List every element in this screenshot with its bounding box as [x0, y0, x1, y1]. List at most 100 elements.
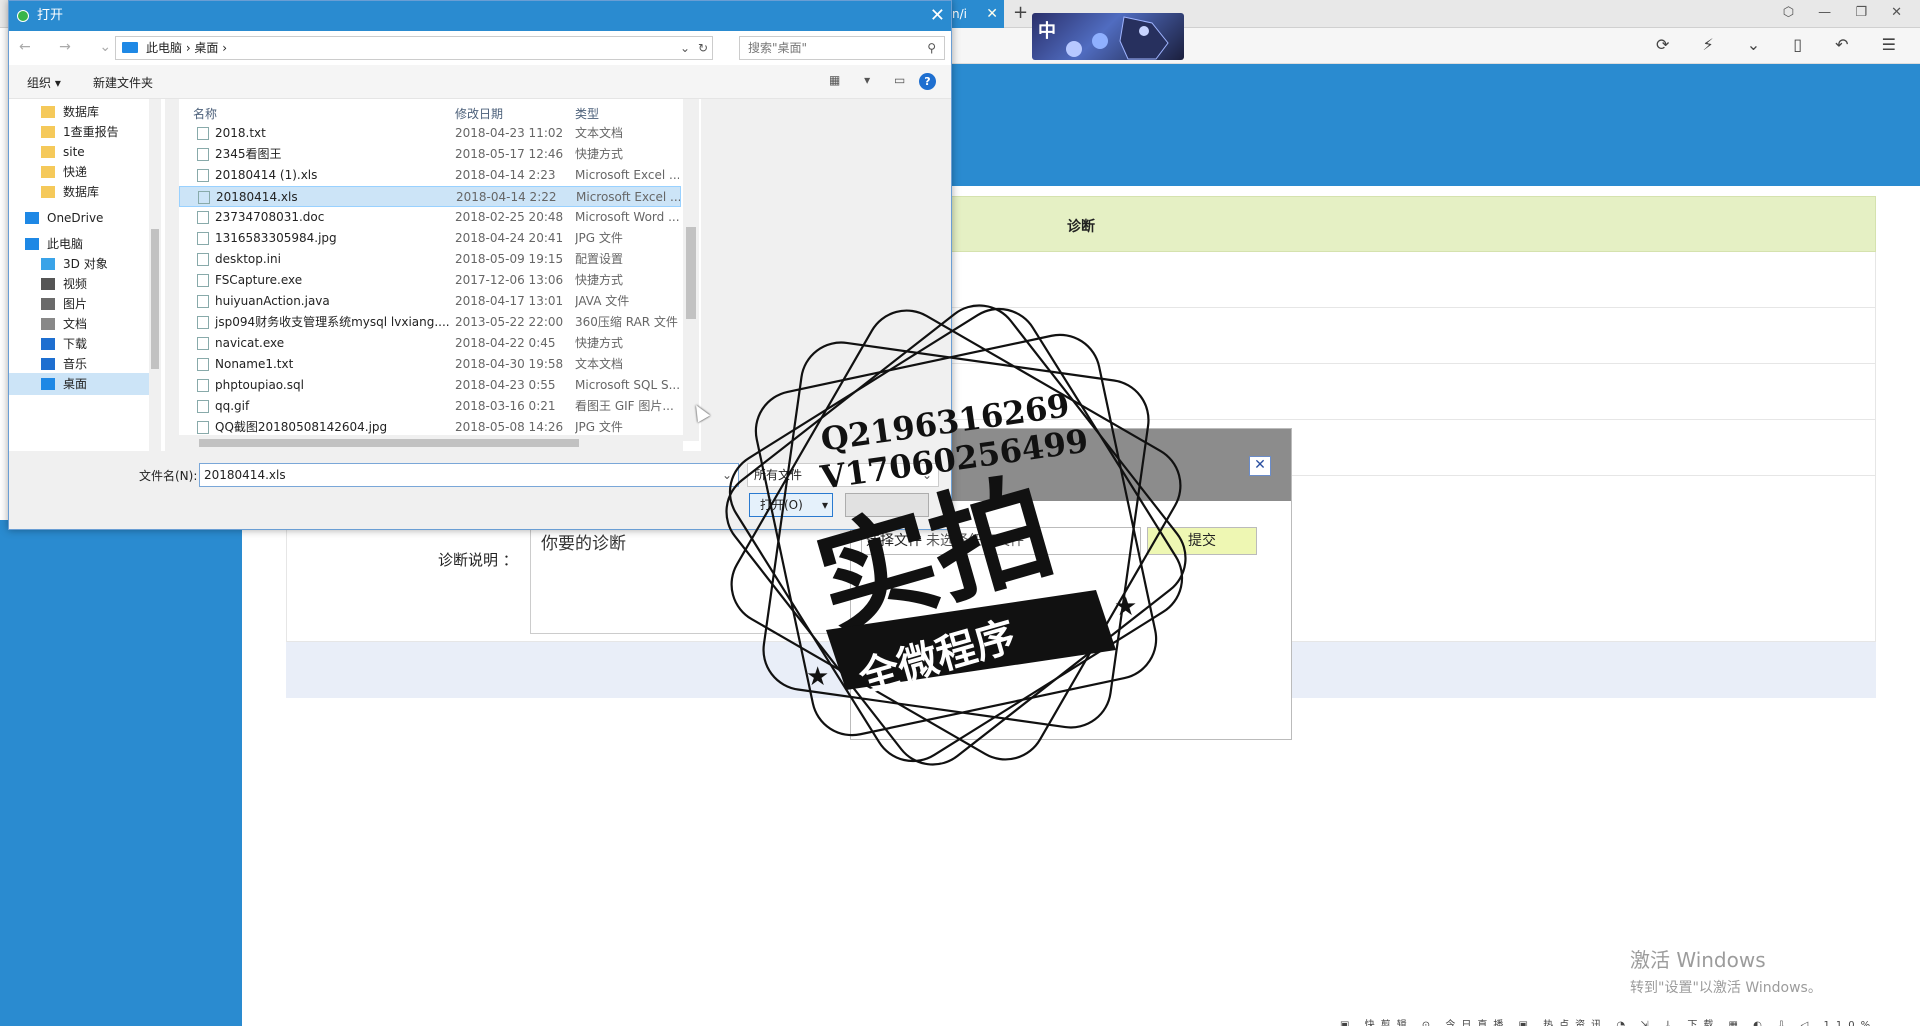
new-folder-button[interactable]: 新建文件夹 [93, 74, 153, 91]
nav-item[interactable]: 数据库 [9, 181, 157, 203]
file-name: navicat.exe [215, 336, 285, 350]
file-row[interactable]: jsp094财务收支管理系统mysql lvxiang.... 2013-05-2… [179, 312, 681, 333]
nav-item[interactable]: 3D 对象 [9, 253, 157, 275]
file-type: JPG 文件 [575, 420, 623, 434]
chevron-down-icon[interactable]: ⌄ [722, 464, 732, 486]
nav-item[interactable]: 数据库 [9, 101, 157, 123]
file-row[interactable]: FSCapture.exe 2017-12-06 13:06 快捷方式 [179, 270, 681, 291]
file-icon [197, 316, 209, 329]
table-header-title: 诊断 [1067, 219, 1095, 235]
search-input[interactable]: 搜索"桌面" ⚲ [739, 36, 945, 60]
file-row[interactable]: Noname1.txt 2018-04-30 19:58 文本文档 [179, 354, 681, 375]
dialog-close-icon[interactable]: ✕ [930, 1, 945, 31]
no-file-text: 未选择任何文件 [926, 533, 1024, 549]
nav-item[interactable]: 1查重报告 [9, 121, 157, 143]
banner-character-icon [1119, 16, 1169, 60]
submit-button[interactable]: 提交 [1147, 527, 1257, 555]
file-row[interactable]: navicat.exe 2018-04-22 0:45 快捷方式 [179, 333, 681, 354]
file-row[interactable]: 23734708031.doc 2018-02-25 20:48 Microsoft… [179, 207, 681, 228]
picture-icon [41, 298, 55, 310]
file-icon [197, 148, 209, 161]
view-options[interactable]: ▦ ▾ ▭ [829, 73, 915, 87]
column-type[interactable]: 类型 [575, 105, 599, 122]
file-type: JAVA 文件 [575, 294, 630, 308]
cancel-button[interactable] [845, 493, 929, 517]
nav-item-label: 3D 对象 [63, 257, 108, 271]
filename-label: 文件名(N): [139, 469, 198, 483]
file-row[interactable]: 1316583305984.jpg 2018-04-24 20:41 JPG 文件 [179, 228, 681, 249]
nav-item[interactable]: 此电脑 [9, 233, 157, 255]
file-row[interactable]: huiyuanAction.java 2018-04-17 13:01 JAVA 文… [179, 291, 681, 312]
ad-banner[interactable]: 中 [1032, 13, 1184, 60]
command-bar: 组织 ▾ 新建文件夹 ▦ ▾ ▭ ? [9, 65, 951, 99]
file-row[interactable]: phptoupiao.sql 2018-04-23 0:55 Microsoft S… [179, 375, 681, 396]
nav-item[interactable]: site [9, 141, 157, 163]
file-type: Microsoft Word ... [575, 210, 679, 224]
file-row[interactable]: desktop.ini 2018-05-09 19:15 配置设置 [179, 249, 681, 270]
chevron-down-icon[interactable]: ⌄ [680, 37, 690, 59]
file-icon [198, 191, 210, 204]
new-tab-button[interactable]: + [1013, 2, 1028, 23]
nav-item-label: 数据库 [63, 185, 100, 199]
file-row[interactable]: qq.gif 2018-03-16 0:21 看图王 GIF 图片... [179, 396, 681, 417]
nav-item[interactable]: 音乐 [9, 353, 157, 375]
toolbar-icons[interactable]: ⟳ ⚡ ⌄ ▯ ↶ ☰ [1656, 35, 1910, 54]
nav-item[interactable]: 桌面 [9, 373, 157, 395]
filename-input[interactable]: 20180414.xls ⌄ [199, 463, 739, 487]
nav-item[interactable]: 下载 [9, 333, 157, 355]
file-row[interactable]: QQ截图20180508142604.jpg 2018-05-08 14:26 JP… [179, 417, 681, 438]
file-icon [197, 337, 209, 350]
page-sidebar [0, 520, 242, 1026]
nav-item-label: 音乐 [63, 357, 88, 371]
nav-item[interactable]: 图片 [9, 293, 157, 315]
nav-item[interactable]: 快递 [9, 161, 157, 183]
file-input[interactable]: 选择文件 未选择任何文件 [861, 527, 1141, 555]
file-row[interactable]: 20180414 (1).xls 2018-04-14 2:23 Microsoft… [179, 165, 681, 186]
choose-file-button[interactable]: 选择文件 [866, 533, 922, 549]
file-row[interactable]: 2018.txt 2018-04-23 11:02 文本文档 [179, 123, 681, 144]
file-icon [197, 274, 209, 287]
file-type: 快捷方式 [575, 273, 624, 287]
column-name[interactable]: 名称 [193, 105, 217, 122]
breadcrumb[interactable]: 此电脑 › 桌面 › [146, 37, 227, 59]
file-icon [197, 169, 209, 182]
column-date[interactable]: 修改日期 [455, 105, 503, 122]
refresh-icon[interactable]: ↻ [698, 37, 708, 59]
window-controls[interactable]: ⬡ — ❐ ✕ [1783, 5, 1912, 20]
nav-item-label: 视频 [63, 277, 88, 291]
open-button[interactable]: 打开(O) ▾ [749, 493, 833, 517]
tab-close-icon[interactable]: ✕ [986, 0, 998, 28]
video-icon [41, 278, 55, 290]
organize-button[interactable]: 组织 ▾ [27, 74, 61, 91]
file-date: 2018-02-25 20:48 [455, 210, 564, 224]
cube-icon [41, 258, 55, 270]
nav-item[interactable]: 视频 [9, 273, 157, 295]
dropdown-arrow-icon[interactable]: ▾ [822, 494, 828, 516]
modal-close-icon[interactable]: ✕ [1249, 456, 1271, 476]
nav-scrollbar[interactable] [149, 99, 161, 451]
file-name: Noname1.txt [215, 357, 294, 371]
file-type-select[interactable]: 所有文件 ⌄ [747, 463, 939, 487]
address-bar[interactable]: 此电脑 › 桌面 › ⌄ ↻ [115, 36, 713, 60]
diagnosis-label: 诊断说明 ： [438, 551, 518, 569]
help-icon[interactable]: ? [919, 73, 936, 90]
activate-subtitle: 转到"设置"以激活 Windows。 [1630, 980, 1822, 996]
file-name: jsp094财务收支管理系统mysql lvxiang.... [215, 315, 450, 329]
document-icon [41, 318, 55, 330]
file-type: JPG 文件 [575, 231, 623, 245]
status-bar[interactable]: ▣ 快剪辑 ⊙ 今日直播 ▣ 热点资讯 ◔ ⇲ ↓ 下载 ▦ ◐ ⇩ ◁ 110… [1340, 1016, 1920, 1026]
file-row[interactable]: 2345看图王 2018-05-17 12:46 快捷方式 [179, 144, 681, 165]
nav-item[interactable]: OneDrive [9, 207, 157, 229]
file-date: 2018-04-14 2:23 [455, 168, 556, 182]
nav-item[interactable]: 文档 [9, 313, 157, 335]
file-date: 2017-12-06 13:06 [455, 273, 564, 287]
column-headers: 名称 修改日期 类型 [179, 99, 681, 123]
vertical-scrollbar[interactable] [683, 99, 699, 441]
file-row[interactable]: 20180414.xls 2018-04-14 2:22 Microsoft Exc… [179, 186, 681, 207]
file-type: 配置设置 [575, 252, 624, 266]
file-icon [197, 295, 209, 308]
diagnosis-textarea[interactable]: 你要的诊断 [530, 522, 860, 634]
nav-item-label: 1查重报告 [63, 125, 119, 139]
dialog-titlebar: 打开 ✕ [9, 1, 951, 31]
file-type: Microsoft Excel ... [575, 168, 679, 182]
